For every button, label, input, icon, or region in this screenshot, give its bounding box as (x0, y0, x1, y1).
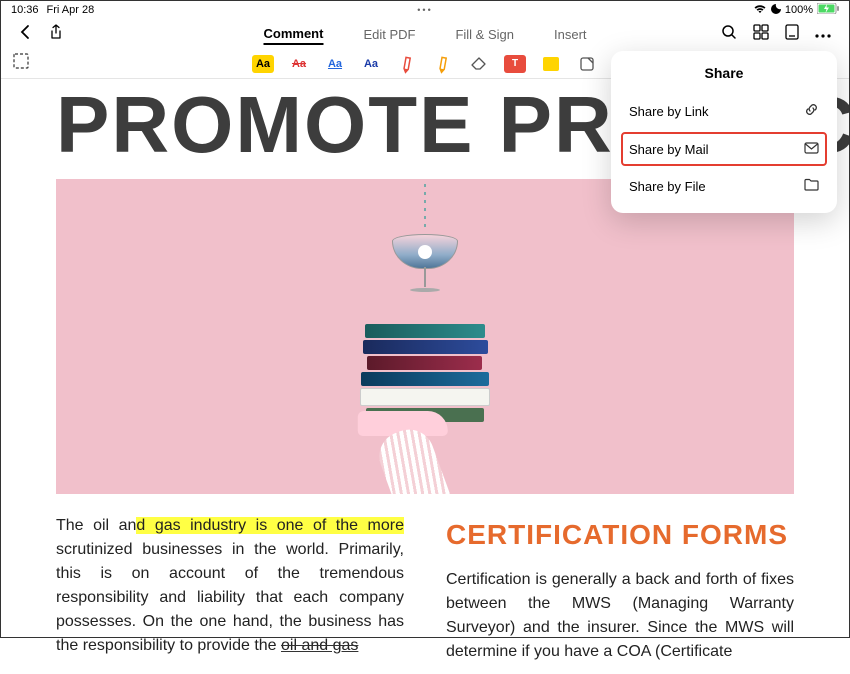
battery-icon (817, 3, 839, 17)
moon-icon (771, 4, 781, 17)
share-by-link[interactable]: Share by Link (621, 93, 827, 129)
status-time: 10:36 (11, 4, 39, 16)
body-text-pre: The oil an (56, 517, 136, 534)
main-toolbar: Comment Edit PDF Fill & Sign Insert (1, 19, 849, 49)
pen-red-tool[interactable] (393, 50, 421, 77)
share-by-mail[interactable]: Share by Mail (621, 132, 827, 166)
certification-heading: CERTIFICATION FORMS (446, 514, 794, 556)
stamp-tool[interactable] (576, 55, 598, 73)
hero-image (56, 179, 794, 494)
strikeout-tool[interactable]: Aa (288, 55, 310, 73)
eraser-tool[interactable] (468, 55, 490, 73)
selection-tool[interactable] (13, 53, 29, 74)
pen-orange-tool[interactable] (429, 50, 457, 77)
underline-tool[interactable]: Aa (324, 55, 346, 73)
highlighted-text: d gas industry is one of the more (136, 517, 404, 534)
share-system-button[interactable] (49, 24, 63, 45)
file-icon (804, 178, 819, 194)
wifi-icon (753, 4, 767, 17)
left-column-text: The oil and gas industry is one of the m… (56, 514, 404, 664)
tab-edit-pdf[interactable]: Edit PDF (363, 25, 415, 44)
battery-pct: 100% (785, 4, 813, 16)
martini-glass-graphic (392, 234, 458, 292)
status-date: Fri Apr 28 (47, 4, 95, 16)
status-bar: 10:36 Fri Apr 28 ••• 100% (1, 1, 849, 19)
tab-insert[interactable]: Insert (554, 25, 587, 44)
status-handle: ••• (417, 5, 432, 15)
share-link-label: Share by Link (629, 104, 709, 119)
back-button[interactable] (19, 24, 31, 45)
share-title: Share (621, 65, 827, 81)
sticky-note-tool[interactable] (540, 55, 562, 73)
tab-comment[interactable]: Comment (263, 24, 323, 45)
tab-fill-sign[interactable]: Fill & Sign (455, 25, 514, 44)
drip-graphic (424, 179, 426, 229)
grid-view-button[interactable] (753, 24, 769, 45)
book-stack-graphic (355, 324, 495, 424)
search-button[interactable] (721, 24, 737, 45)
share-file-label: Share by File (629, 179, 706, 194)
textbox-tool[interactable]: T (504, 55, 526, 73)
right-column-text: CERTIFICATION FORMS Certification is gen… (446, 514, 794, 664)
arm-graphic (358, 411, 498, 494)
certification-body: Certification is generally a back and fo… (446, 568, 794, 664)
struckthrough-text: oil and gas (281, 637, 358, 654)
share-by-file[interactable]: Share by File (621, 169, 827, 203)
highlight-tool[interactable]: Aa (252, 55, 274, 73)
mail-icon (804, 141, 819, 157)
squiggly-tool[interactable]: Aa (360, 55, 382, 73)
share-popover: Share Share by Link Share by Mail Share … (611, 51, 837, 213)
page-view-button[interactable] (785, 24, 799, 45)
share-mail-label: Share by Mail (629, 142, 708, 157)
link-icon (804, 102, 819, 120)
more-button[interactable] (815, 25, 831, 43)
